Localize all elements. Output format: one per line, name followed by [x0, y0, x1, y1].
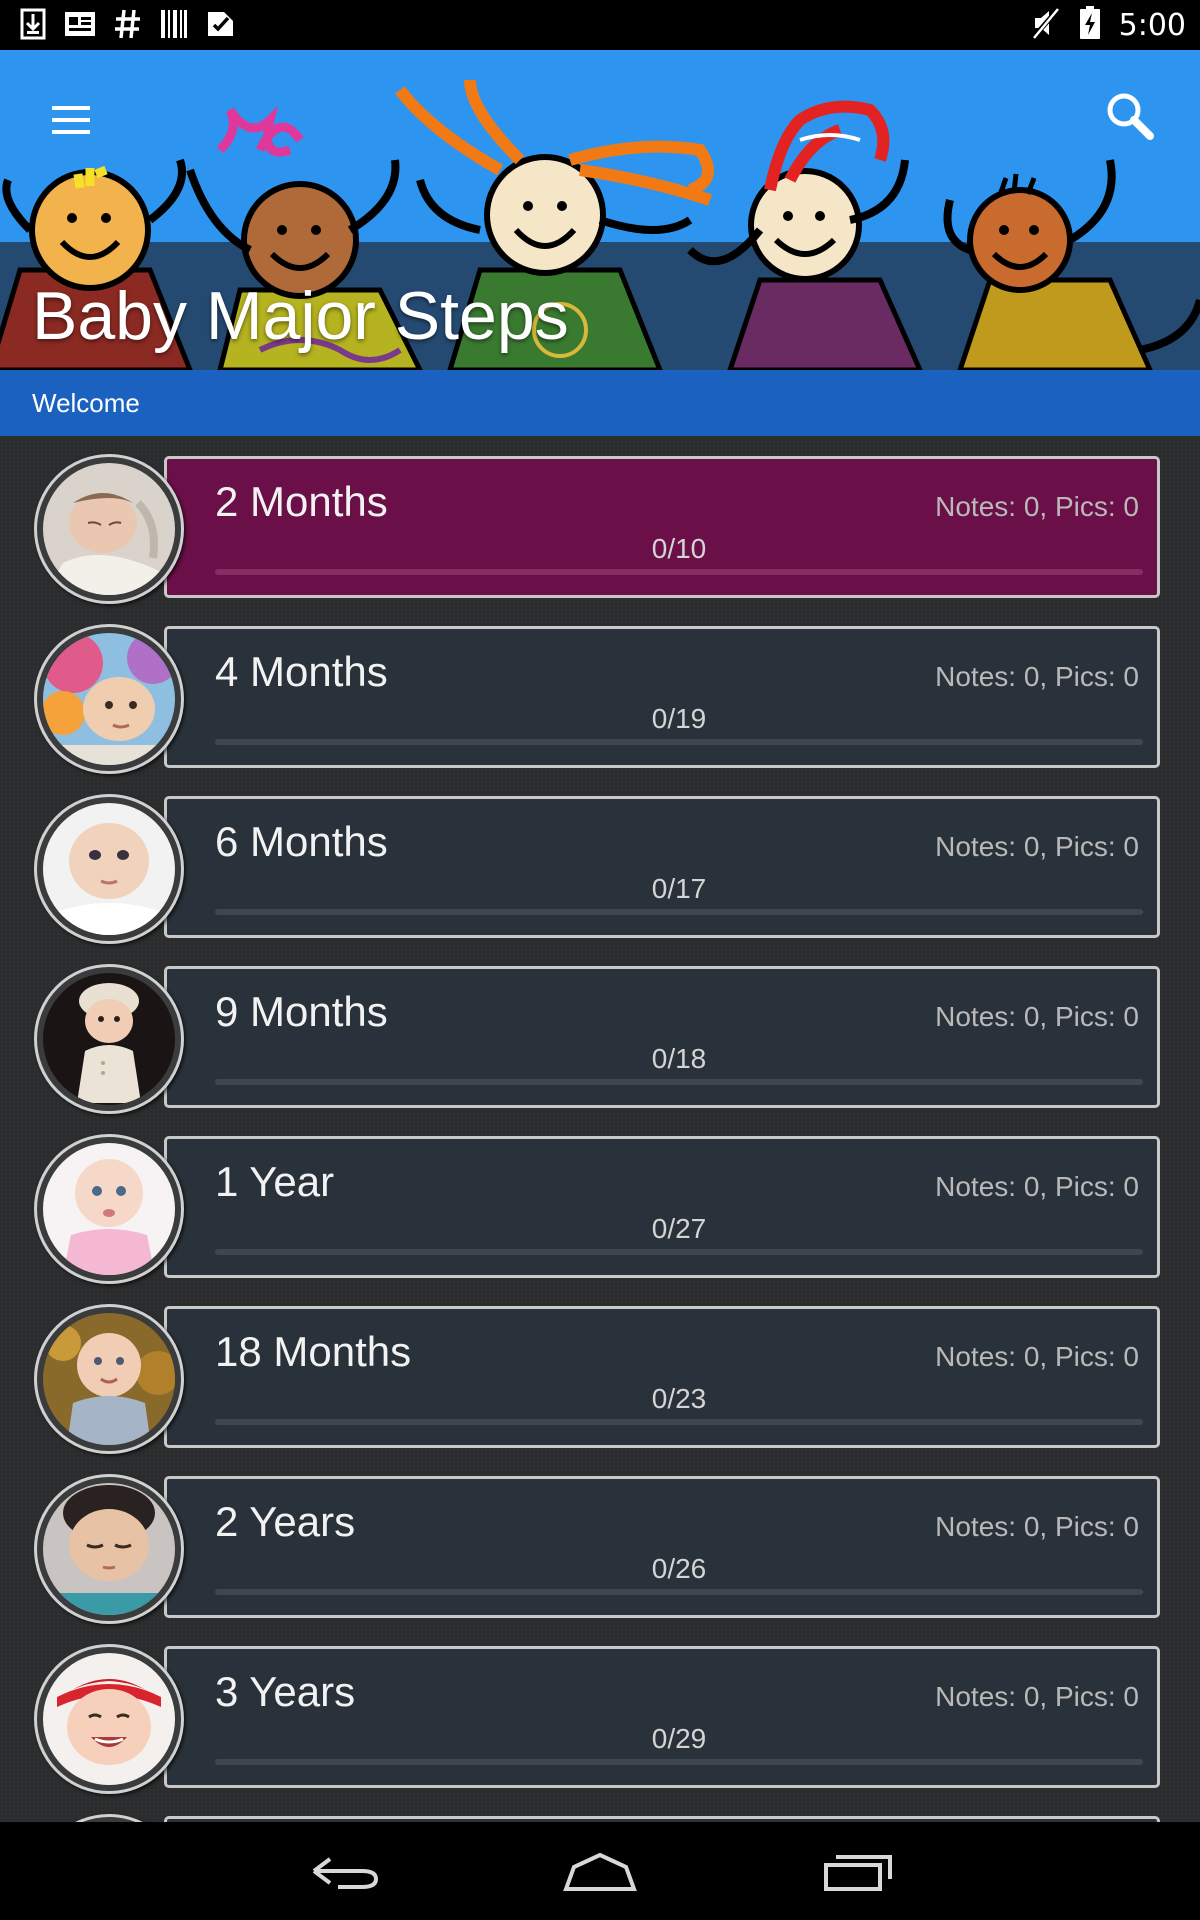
- milestone-row-partial[interactable]: [0, 1796, 1200, 1822]
- steps-count: 0/10: [651, 533, 707, 564]
- milestone-card[interactable]: 2 Years Notes: 0, Pics: 0 0/26: [164, 1476, 1160, 1618]
- navigation-bar: [0, 1822, 1200, 1920]
- home-button[interactable]: [530, 1822, 670, 1920]
- baby-photo: [43, 463, 175, 595]
- notes-pics-count: Notes: 0, Pics: 0: [935, 1341, 1139, 1372]
- milestone-title: 2 Years: [215, 1498, 356, 1545]
- milestone-title: 2 Months: [215, 478, 388, 525]
- download-icon: [20, 8, 46, 40]
- milestone-list[interactable]: 2 Months Notes: 0, Pics: 0 0/10 4 Months…: [0, 436, 1200, 1822]
- steps-count: 0/23: [651, 1383, 707, 1414]
- play-store-icon: [206, 9, 236, 39]
- milestone-title: 1 Year: [215, 1158, 335, 1205]
- progress-bar: [215, 569, 1143, 575]
- notes-pics-count: Notes: 0, Pics: 0: [935, 1001, 1139, 1032]
- progress-bar: [215, 1419, 1143, 1425]
- hashtag-icon: [114, 8, 142, 40]
- status-bar: 5:00: [0, 0, 1200, 50]
- back-button[interactable]: [274, 1822, 414, 1920]
- avatar[interactable]: [34, 1304, 184, 1454]
- avatar[interactable]: [34, 454, 184, 604]
- avatar[interactable]: [34, 1814, 184, 1822]
- steps-count: 0/27: [651, 1213, 707, 1244]
- avatar[interactable]: [34, 1134, 184, 1284]
- avatar[interactable]: [34, 624, 184, 774]
- notes-pics-count: Notes: 0, Pics: 0: [935, 661, 1139, 692]
- milestone-card[interactable]: 1 Year Notes: 0, Pics: 0 0/27: [164, 1136, 1160, 1278]
- milestone-card[interactable]: 18 Months Notes: 0, Pics: 0 0/23: [164, 1306, 1160, 1448]
- news-icon: [64, 10, 96, 38]
- steps-count: 0/29: [651, 1723, 707, 1754]
- milestone-row-18-months[interactable]: 18 Months Notes: 0, Pics: 0 0/23: [0, 1286, 1200, 1456]
- progress-bar: [215, 909, 1143, 915]
- barcode-icon: [160, 9, 188, 39]
- progress-bar: [215, 1249, 1143, 1255]
- avatar[interactable]: [34, 1644, 184, 1794]
- milestone-card[interactable]: 9 Months Notes: 0, Pics: 0 0/18: [164, 966, 1160, 1108]
- milestone-row-1-year[interactable]: 1 Year Notes: 0, Pics: 0 0/27: [0, 1116, 1200, 1286]
- home-icon: [563, 1852, 637, 1891]
- milestone-row-6-months[interactable]: 6 Months Notes: 0, Pics: 0 0/17: [0, 776, 1200, 946]
- milestone-row-2-months[interactable]: 2 Months Notes: 0, Pics: 0 0/10: [0, 436, 1200, 606]
- milestone-card[interactable]: 3 Years Notes: 0, Pics: 0 0/29: [164, 1646, 1160, 1788]
- milestone-row-9-months[interactable]: 9 Months Notes: 0, Pics: 0 0/18: [0, 946, 1200, 1116]
- clock: 5:00: [1118, 7, 1186, 43]
- recent-apps-icon: [824, 1855, 892, 1891]
- milestone-row-2-years[interactable]: 2 Years Notes: 0, Pics: 0 0/26: [0, 1456, 1200, 1626]
- avatar[interactable]: [34, 794, 184, 944]
- steps-count: 0/18: [651, 1043, 707, 1074]
- progress-bar: [215, 1589, 1143, 1595]
- recent-apps-button[interactable]: [788, 1822, 928, 1920]
- progress-bar: [215, 1759, 1143, 1765]
- baby-photo: [43, 1143, 175, 1275]
- tab-strip: Welcome: [0, 370, 1200, 436]
- milestone-title: 3 Years: [215, 1668, 356, 1715]
- steps-count: 0/19: [651, 703, 707, 734]
- baby-photo: [43, 1483, 175, 1615]
- milestone-card[interactable]: 4 Months Notes: 0, Pics: 0 0/19: [164, 626, 1160, 768]
- milestone-title: 6 Months: [215, 818, 388, 865]
- milestone-title: 4 Months: [215, 648, 388, 695]
- milestone-row-4-months[interactable]: 4 Months Notes: 0, Pics: 0 0/19: [0, 606, 1200, 776]
- hamburger-menu-button[interactable]: [44, 96, 100, 144]
- avatar[interactable]: [34, 1474, 184, 1624]
- tab-welcome[interactable]: Welcome: [32, 370, 140, 436]
- app-header: Baby Major Steps: [0, 50, 1200, 370]
- baby-photo: [43, 973, 175, 1105]
- notes-pics-count: Notes: 0, Pics: 0: [935, 491, 1139, 522]
- battery-charging-icon: [1079, 6, 1101, 45]
- progress-bar: [215, 739, 1143, 745]
- steps-count: 0/17: [651, 873, 707, 904]
- milestone-title: 9 Months: [215, 988, 388, 1035]
- notes-pics-count: Notes: 0, Pics: 0: [935, 1681, 1139, 1712]
- notes-pics-count: Notes: 0, Pics: 0: [935, 831, 1139, 862]
- baby-photo: [43, 1313, 175, 1445]
- milestone-title: 18 Months: [215, 1328, 412, 1375]
- milestone-card[interactable]: 6 Months Notes: 0, Pics: 0 0/17: [164, 796, 1160, 938]
- baby-photo: [43, 803, 175, 935]
- steps-count: 0/26: [651, 1553, 707, 1584]
- notes-pics-count: Notes: 0, Pics: 0: [935, 1171, 1139, 1202]
- hamburger-menu-icon: [52, 106, 90, 134]
- system-indicators: 5:00: [1030, 6, 1186, 45]
- back-icon: [312, 1857, 379, 1889]
- search-icon: [1107, 93, 1154, 140]
- baby-photo: [43, 633, 175, 765]
- avatar[interactable]: [34, 964, 184, 1114]
- progress-bar: [215, 1079, 1143, 1085]
- volume-muted-icon: [1030, 6, 1061, 45]
- notes-pics-count: Notes: 0, Pics: 0: [935, 1511, 1139, 1542]
- search-button[interactable]: [1100, 86, 1160, 146]
- baby-photo: [43, 1653, 175, 1785]
- notification-icons: [20, 8, 236, 40]
- milestone-row-3-years[interactable]: 3 Years Notes: 0, Pics: 0 0/29: [0, 1626, 1200, 1796]
- app-title: Baby Major Steps: [32, 278, 569, 354]
- milestone-card[interactable]: 2 Months Notes: 0, Pics: 0 0/10: [164, 456, 1160, 598]
